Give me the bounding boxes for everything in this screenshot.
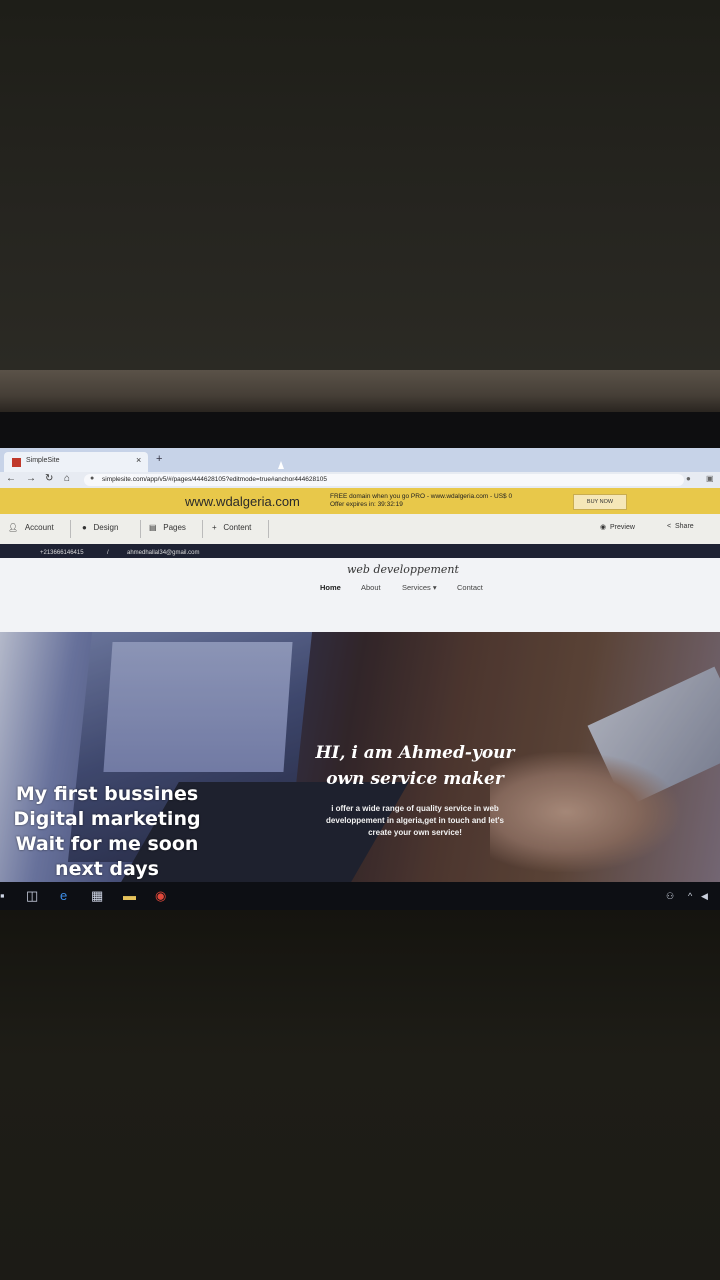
toolbar-divider: [140, 520, 141, 538]
monitor-bezel: [0, 412, 720, 452]
browser-tab[interactable]: SimpleSite ×: [4, 452, 148, 472]
hero-subtitle-line1: i offer a wide range of quality service …: [331, 804, 499, 813]
overlay-caption-line3: Wait for me soon: [15, 833, 199, 855]
volume-icon[interactable]: ◀: [701, 891, 708, 902]
overlay-caption-line1: My first bussines: [15, 783, 199, 805]
promo-domain: www.wdalgeria.com: [185, 494, 300, 509]
wall-background: [0, 370, 720, 412]
hero-subtitle-line2: developpement in algeria,get in touch an…: [326, 816, 504, 825]
promo-offer-line1: FREE domain when you go PRO - www.wdalge…: [330, 493, 513, 500]
design-button[interactable]: ● Design: [82, 523, 118, 532]
pages-button[interactable]: ▤ Pages: [149, 523, 186, 532]
eye-icon: ◉: [600, 524, 607, 531]
hero-subtitle-line3: create your own service!: [368, 828, 462, 837]
page-icon: ▤: [149, 523, 157, 532]
contact-separator: /: [107, 550, 109, 556]
hero-title-line1: HI, i am Ahmed-your: [315, 743, 515, 763]
toolbar-divider: [268, 520, 269, 538]
buy-now-button[interactable]: BUY NOW: [573, 494, 627, 510]
forward-icon[interactable]: →: [26, 473, 36, 484]
site-header: web developpement Home About Services ▾ …: [0, 558, 720, 632]
share-button[interactable]: < Share: [667, 523, 694, 530]
start-icon[interactable]: ▪: [0, 888, 5, 903]
account-button[interactable]: 👤︎ Account: [8, 523, 54, 532]
tab-close-icon[interactable]: ×: [136, 455, 141, 465]
pages-label: Pages: [163, 523, 186, 532]
site-logo[interactable]: web developpement: [347, 563, 459, 576]
hero-subtitle: i offer a wide range of quality service …: [315, 803, 515, 839]
nav-home[interactable]: Home: [320, 583, 341, 592]
extension-icon[interactable]: ●: [686, 474, 691, 483]
contact-phone[interactable]: +213666146415: [40, 550, 84, 556]
overlay-caption-line2: Digital marketing: [13, 808, 201, 830]
room-background-bottom: [0, 910, 720, 1280]
overlay-caption: My first bussines Digital marketing Wait…: [10, 782, 204, 882]
monitor-screen: SimpleSite × + ← → ↻ ⌂ ● simplesite.com/…: [0, 448, 720, 910]
store-icon[interactable]: ▦: [91, 888, 103, 903]
nav-about[interactable]: About: [361, 583, 381, 592]
room-background-top: [0, 0, 720, 370]
overlay-caption-line4: next days: [55, 858, 159, 880]
share-label: Share: [674, 523, 694, 530]
file-explorer-icon[interactable]: ▬: [123, 888, 136, 903]
content-label: Content: [223, 523, 252, 532]
nav-services[interactable]: Services ▾: [402, 583, 437, 592]
share-icon: <: [667, 523, 672, 530]
promo-offer-line2: Offer expires in: 39:32:19: [330, 501, 403, 508]
lock-icon: ●: [90, 475, 95, 482]
home-icon[interactable]: ⌂: [64, 473, 70, 484]
nav-contact[interactable]: Contact: [457, 583, 483, 592]
back-icon[interactable]: ←: [6, 473, 16, 484]
hero-title-line2: own service maker: [326, 769, 504, 789]
design-label: Design: [93, 523, 119, 532]
hero-title: HI, i am Ahmed-your own service maker: [315, 740, 515, 792]
edge-icon[interactable]: e: [60, 888, 67, 903]
windows-taskbar: ▪ ◫ e ▦ ▬ ◉ ⚇ ^ ◀: [0, 882, 720, 910]
simplesite-favicon-icon: [12, 458, 21, 467]
tab-title: SimpleSite: [26, 457, 60, 464]
new-tab-button[interactable]: +: [156, 453, 162, 465]
preview-button[interactable]: ◉ Preview: [600, 523, 635, 531]
url-input[interactable]: ● simplesite.com/app/v5/#/pages/44462810…: [84, 474, 684, 486]
promo-offer: FREE domain when you go PRO - www.wdalge…: [330, 493, 512, 509]
url-text: simplesite.com/app/v5/#/pages/444628105?…: [102, 476, 327, 483]
contact-email[interactable]: ahmedhallal34@gmail.com: [127, 550, 199, 556]
browser-address-bar: ← → ↻ ⌂ ● simplesite.com/app/v5/#/pages/…: [0, 472, 720, 488]
hero-section: HI, i am Ahmed-your own service maker i …: [0, 632, 720, 882]
toolbar-divider: [202, 520, 203, 538]
person-icon: 👤︎: [8, 523, 19, 532]
mouse-cursor-icon: [278, 461, 284, 469]
chrome-icon[interactable]: ◉: [155, 888, 166, 903]
plus-icon: +: [212, 523, 217, 532]
extension-icon-2[interactable]: ▣: [706, 474, 714, 483]
toolbar-divider: [70, 520, 71, 538]
browser-tab-bar: SimpleSite × +: [0, 448, 720, 472]
task-view-icon[interactable]: ◫: [26, 888, 38, 903]
tray-chevron-icon[interactable]: ^: [688, 891, 692, 901]
promo-banner: www.wdalgeria.com FREE domain when you g…: [0, 488, 720, 514]
content-button[interactable]: + Content: [212, 523, 251, 532]
account-label: Account: [24, 523, 54, 532]
reload-icon[interactable]: ↻: [45, 473, 53, 484]
people-icon[interactable]: ⚇: [666, 891, 674, 902]
preview-label: Preview: [610, 524, 635, 531]
editor-toolbar: 👤︎ Account ● Design ▤ Pages + Content ◉ …: [0, 514, 720, 545]
palette-icon: ●: [82, 523, 87, 532]
